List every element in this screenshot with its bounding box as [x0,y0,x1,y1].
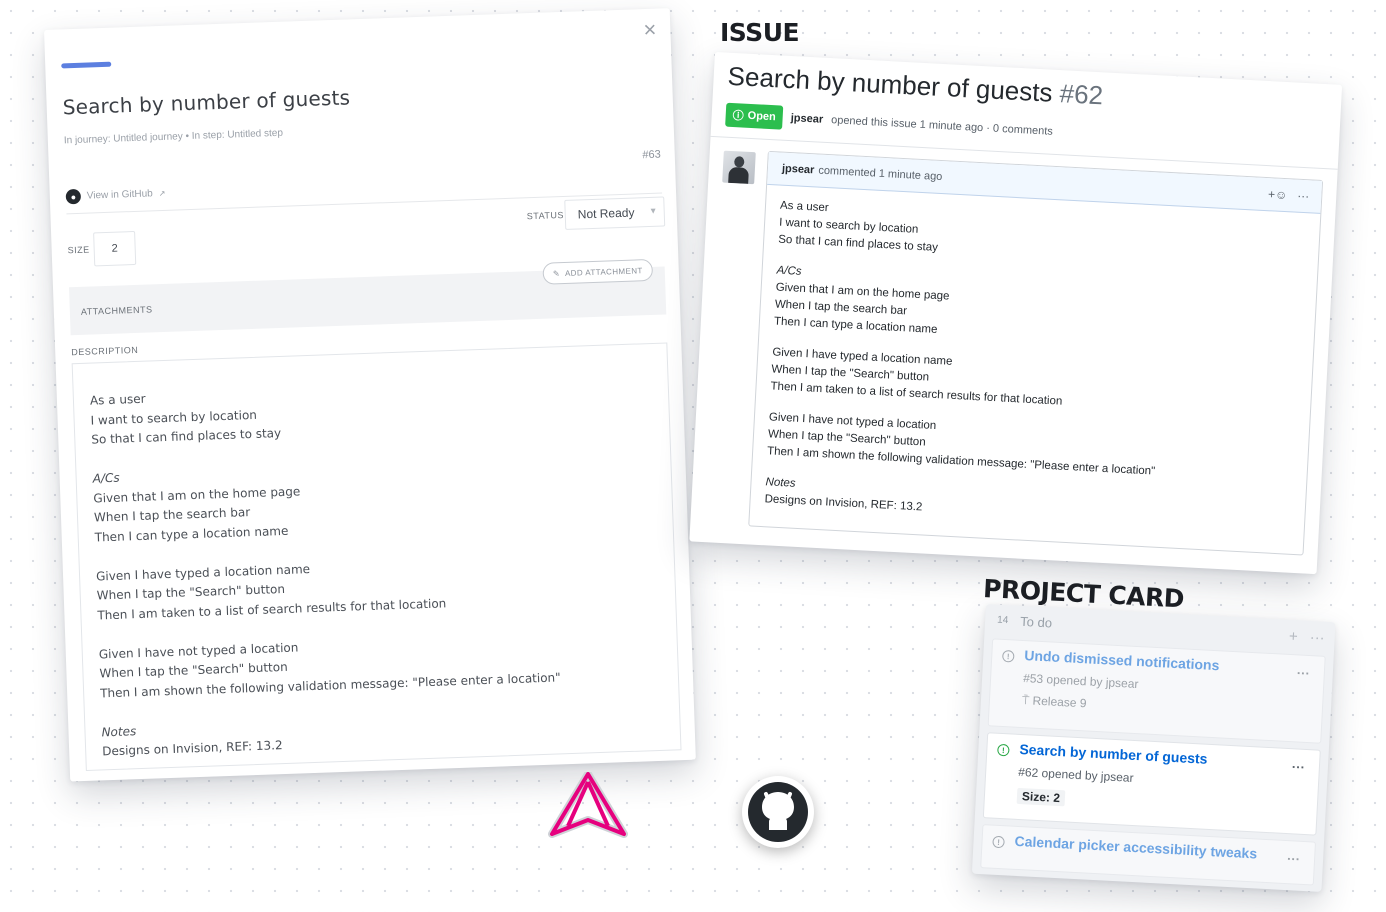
body-line: As a user [779,199,829,215]
avatar-shoulders [728,166,749,184]
project-card-title[interactable]: Undo dismissed notifications [1024,647,1220,673]
desc-heading: A/Cs [92,470,120,486]
avatar-head [733,156,745,168]
column-count: 14 [996,614,1009,627]
project-card-title[interactable]: Search by number of guests [1019,741,1208,767]
size-input[interactable]: 2 [93,230,137,267]
comment-actions: +☺ ··· [1268,187,1310,203]
card-number: #63 [642,148,661,162]
project-card-subtitle: #62 opened by jpsear [1017,764,1134,785]
desc-line: I want to search by location [90,407,258,428]
issue-author[interactable]: jpsear [790,112,823,126]
column-name: To do [1019,613,1053,631]
body-heading: Notes [765,476,796,490]
desc-line: When I tap the "Search" button [99,659,288,681]
issue-icon: ! [1001,649,1015,663]
add-attachment-label: ADD ATTACHMENT [564,265,643,278]
add-attachment-button[interactable]: ✎ ADD ATTACHMENT [542,258,654,285]
body-line: I want to search by location [778,216,919,236]
github-logo-icon [742,776,814,848]
issue-meta: ⓘ Open jpsear opened this issue 1 minute… [725,102,1054,144]
app-logo-icon [548,772,628,838]
body-line: Then I am shown the following validation… [766,445,1156,478]
add-reaction-icon[interactable]: +☺ [1268,187,1288,202]
breadcrumb: In journey: Untitled journey • In step: … [63,127,284,147]
desc-line: Given I have not typed a location [98,640,299,661]
body-line: Then I am taken to a list of search resu… [770,380,1063,408]
body-line: So that I can find places to stay [777,233,939,254]
project-card-label: Size: 2 [1016,787,1066,807]
card-modal: × Search by number of guests In journey:… [44,8,696,782]
external-link-icon: ↗ [158,188,166,199]
issue-section-label: ISSUE [720,18,800,47]
github-logo-svg [748,782,808,842]
desc-line: Then I can type a location name [94,523,289,545]
issue-title-text: Search by number of guests [726,60,1054,108]
body-line: When I tap the search bar [774,298,908,318]
project-card-milestone: ⍑ Release 9 [1022,693,1087,711]
more-options-icon[interactable]: ··· [1309,629,1325,647]
comment-author[interactable]: jpsear [782,163,815,177]
chevron-down-icon: ▾ [650,205,656,217]
accent-bar [61,61,112,69]
github-icon: ● [65,188,82,205]
desc-line: So that I can find places to stay [91,425,282,447]
size-tag: Size: 2 [1016,787,1066,807]
desc-line: When I tap the "Search" button [96,581,286,603]
avatar[interactable] [722,150,756,185]
more-options-icon[interactable]: ··· [1296,665,1310,681]
project-column: 14 To do + ··· ! Undo dismissed notifica… [971,604,1336,892]
project-card-subtitle: #53 opened by jpsear [1022,671,1139,692]
more-options-icon[interactable]: ··· [1292,759,1306,775]
issue-title: Search by number of guests #62 [727,61,1104,112]
desc-line: Given that I am on the home page [93,483,301,506]
status-select[interactable]: Not Ready ▾ [564,196,666,230]
desc-line: Designs on Invision, REF: 13.2 [101,738,283,759]
close-icon[interactable]: × [643,17,657,43]
desc-line: As a user [89,391,146,408]
comment-body: As a user I want to search by location S… [750,185,1320,537]
issue-comment: jpsear commented 1 minute ago +☺ ··· As … [748,150,1324,556]
size-label: SIZE [67,244,90,256]
issue-open-icon: ! [997,743,1010,757]
column-header: 14 To do [997,613,1053,631]
issue-number: #62 [1058,78,1104,111]
status-label: STATUS [526,209,565,222]
issue-open-icon: ⓘ [732,110,744,123]
view-in-github-link[interactable]: ● View in GitHub ↗ [65,186,166,205]
attachments-label: ATTACHMENTS [80,304,153,317]
milestone-label: Release 9 [1032,693,1087,711]
description-label: DESCRIPTION [71,344,139,358]
comment-meta: commented 1 minute ago [818,164,943,184]
add-card-icon[interactable]: + [1289,628,1299,645]
project-card[interactable]: ! Calendar picker accessibility tweaks ·… [980,824,1317,886]
more-options-icon[interactable]: ··· [1287,851,1301,867]
body-line: When I tap the "Search" button [767,428,926,449]
issue-panel: Search by number of guests #62 ⓘ Open jp… [689,52,1343,575]
status-value: Not Ready [577,205,635,222]
more-options-icon[interactable]: ··· [1297,189,1310,204]
desc-line: When I tap the search bar [93,505,251,525]
issue-meta-text: opened this issue 1 minute ago · 0 comme… [830,114,1054,138]
open-badge: ⓘ Open [725,102,784,130]
body-line: Then I can type a location name [773,315,938,337]
milestone-icon: ⍑ [1021,693,1030,708]
body-line: When I tap the "Search" button [771,363,930,384]
desc-heading: Notes [101,723,137,739]
github-link-label: View in GitHub [86,188,153,202]
project-card-title[interactable]: Calendar picker accessibility tweaks [1014,833,1257,862]
desc-line: Given I have typed a location name [95,561,311,584]
open-badge-label: Open [747,109,777,124]
body-line: Designs on Invision, REF: 13.2 [764,493,923,514]
paperclip-icon: ✎ [552,268,561,278]
project-card[interactable]: ! Search by number of guests #62 opened … [982,732,1321,836]
column-actions: + ··· [1289,628,1326,647]
body-heading: A/Cs [776,264,802,278]
card-title: Search by number of guests [62,85,351,120]
project-card[interactable]: ! Undo dismissed notifications #53 opene… [987,638,1326,744]
issue-icon: ! [992,835,1005,849]
description-field[interactable]: As a user I want to search by location S… [71,342,682,771]
